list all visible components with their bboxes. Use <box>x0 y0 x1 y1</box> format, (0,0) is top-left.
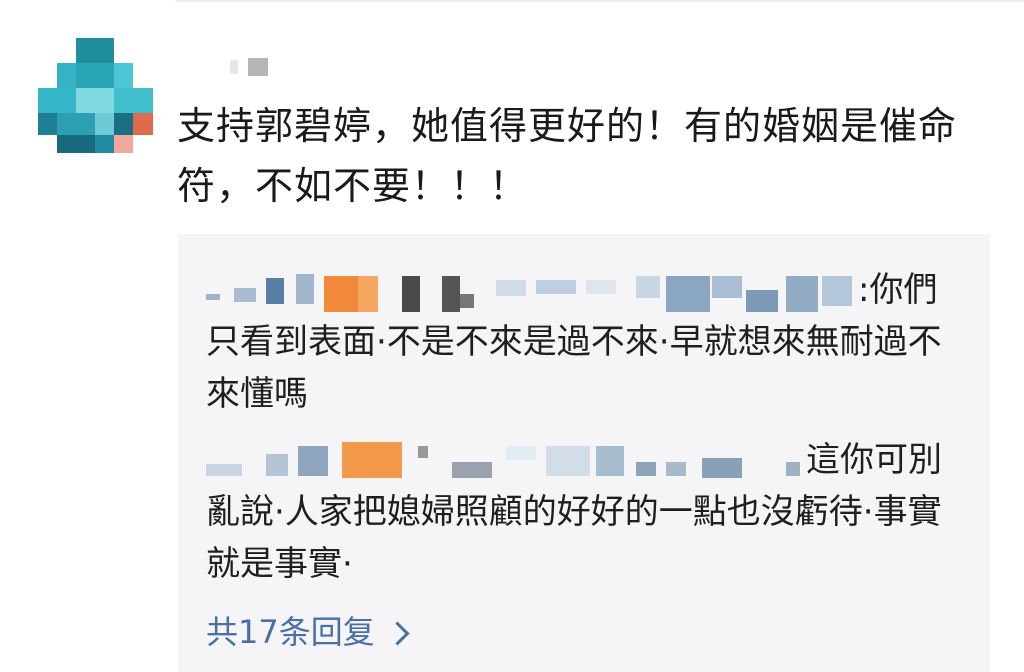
avatar[interactable] <box>38 38 153 153</box>
reply-item[interactable]: 這你可別亂說·人家把媳婦照顧的好好的一點也沒虧待·事實就是事實· <box>206 434 966 590</box>
reply-item[interactable]: :你們只看到表面·不是不來是過不來·早就想來無耐過不來懂嗎 <box>206 264 966 420</box>
username-redacted[interactable] <box>230 58 270 78</box>
reply-author-redacted[interactable] <box>206 441 806 482</box>
reply-author-redacted[interactable] <box>206 272 858 312</box>
top-divider <box>175 0 1024 2</box>
comment-text: 支持郭碧婷，她值得更好的！有的婚姻是催命符，不如不要！！！ <box>177 104 958 208</box>
more-replies-link[interactable]: 共17条回复 <box>206 610 410 654</box>
more-replies-label: 共17条回复 <box>206 613 375 651</box>
chevron-right-icon <box>385 620 410 646</box>
reply-box: :你們只看到表面·不是不來是過不來·早就想來無耐過不來懂嗎 這你可別亂說·人家把… <box>178 234 990 672</box>
